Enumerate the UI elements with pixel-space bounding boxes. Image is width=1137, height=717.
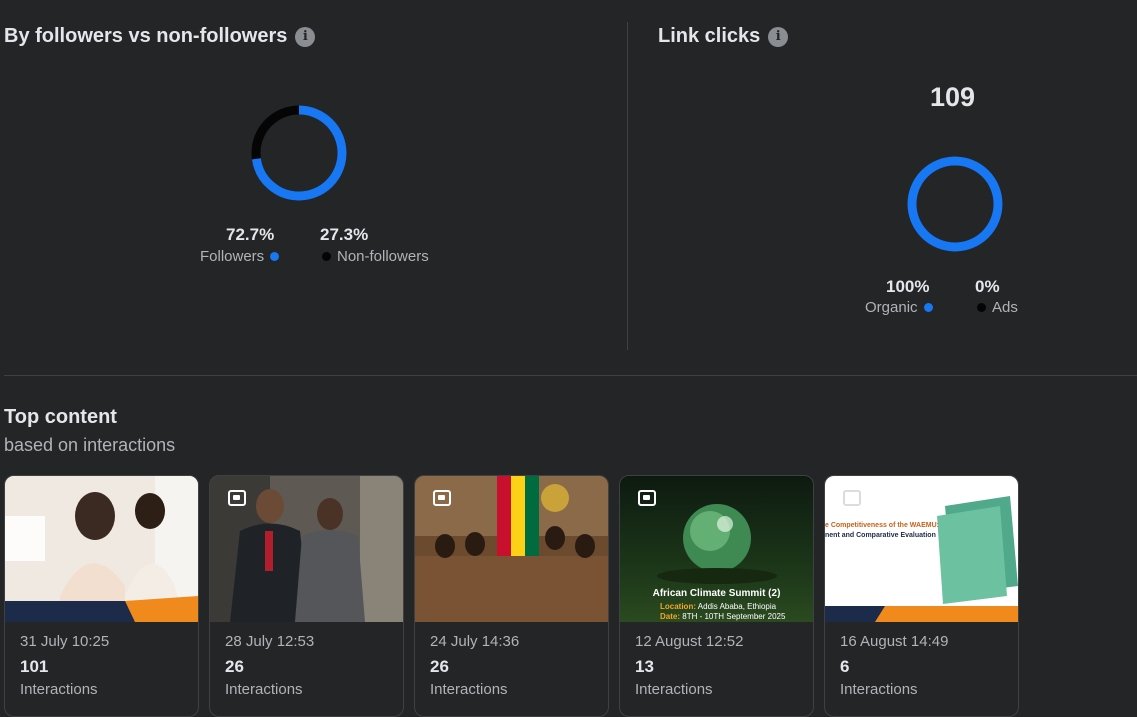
followers-donut-chart xyxy=(251,105,347,201)
thumb-date: 8TH - 10TH September 2025 xyxy=(682,612,786,621)
gallery-icon xyxy=(228,490,246,506)
organic-percentage: 100% xyxy=(886,277,930,296)
organic-dot-icon xyxy=(923,303,933,312)
followers-legend: Followers xyxy=(200,248,280,265)
thumb-location: Addis Ababa, Ethiopia xyxy=(697,602,777,611)
ads-legend-label: Ads xyxy=(992,299,1018,316)
post-thumbnail xyxy=(415,476,608,622)
ads-percentage: 0% xyxy=(975,277,1000,296)
followers-dot-icon xyxy=(270,252,280,261)
content-card[interactable]: 24 July 14:36 26 Interactions xyxy=(414,475,609,717)
interactions-count: 101 xyxy=(20,657,49,676)
link-clicks-total: 109 xyxy=(930,82,976,112)
organic-legend: Organic xyxy=(865,299,933,316)
thumb-subheading: nent and Comparative Evaluation xyxy=(825,532,936,539)
post-date: 31 July 10:25 xyxy=(20,633,110,650)
interactions-label: Interactions xyxy=(20,681,98,698)
thumb-location-label: Location: xyxy=(660,602,696,611)
thumb-date-label: Date: xyxy=(660,612,681,621)
post-thumbnail xyxy=(5,476,198,622)
ads-dot-icon xyxy=(977,303,986,312)
post-thumbnail: e Competitiveness of the WAEMU: nent and… xyxy=(825,476,1018,622)
horizontal-divider xyxy=(4,375,1137,376)
non-followers-legend-label: Non-followers xyxy=(337,248,429,265)
interactions-label: Interactions xyxy=(430,681,508,698)
ads-legend: Ads xyxy=(977,299,1018,316)
content-card[interactable]: 28 July 12:53 26 Interactions xyxy=(209,475,404,717)
post-date: 24 July 14:36 xyxy=(430,633,520,650)
non-followers-percentage: 27.3% xyxy=(320,225,369,244)
content-card[interactable]: e Competitiveness of the WAEMU: nent and… xyxy=(824,475,1019,717)
post-thumbnail: African Climate Summit (2) Location: Add… xyxy=(620,476,813,622)
interactions-count: 13 xyxy=(635,657,654,676)
gallery-icon xyxy=(433,490,451,506)
followers-title-text: By followers vs non-followers xyxy=(4,25,288,47)
followers-legend-label: Followers xyxy=(200,248,265,265)
post-date: 28 July 12:53 xyxy=(225,633,315,650)
followers-percentage: 72.7% xyxy=(226,225,275,244)
top-content-title: Top content xyxy=(4,406,117,428)
gallery-icon xyxy=(638,490,656,506)
post-date: 16 August 14:49 xyxy=(840,633,949,650)
info-icon[interactable]: i xyxy=(768,26,789,47)
post-date: 12 August 12:52 xyxy=(635,633,744,650)
content-card[interactable]: 31 July 10:25 101 Interactions xyxy=(4,475,199,717)
organic-legend-label: Organic xyxy=(865,299,918,316)
link-clicks-donut-chart xyxy=(907,156,1003,252)
gallery-icon xyxy=(843,490,861,506)
link-clicks-section-title: Link clicks i xyxy=(658,25,789,48)
non-followers-legend: Non-followers xyxy=(322,248,429,265)
post-thumbnail xyxy=(210,476,403,622)
info-icon[interactable]: i xyxy=(295,26,316,47)
thumb-title: African Climate Summit (2) xyxy=(652,588,781,599)
content-card[interactable]: African Climate Summit (2) Location: Add… xyxy=(619,475,814,717)
interactions-label: Interactions xyxy=(840,681,918,698)
interactions-label: Interactions xyxy=(225,681,303,698)
interactions-label: Interactions xyxy=(635,681,713,698)
section-divider xyxy=(627,22,628,350)
link-clicks-title-text: Link clicks xyxy=(658,25,761,47)
interactions-count: 26 xyxy=(430,657,449,676)
non-followers-dot-icon xyxy=(322,252,331,261)
top-content-subtitle: based on interactions xyxy=(4,435,176,455)
followers-section-title: By followers vs non-followers i xyxy=(4,25,316,48)
thumb-heading: e Competitiveness of the WAEMU: xyxy=(825,522,939,529)
organic-arc xyxy=(907,156,1003,252)
interactions-count: 6 xyxy=(840,657,850,676)
interactions-count: 26 xyxy=(225,657,244,676)
